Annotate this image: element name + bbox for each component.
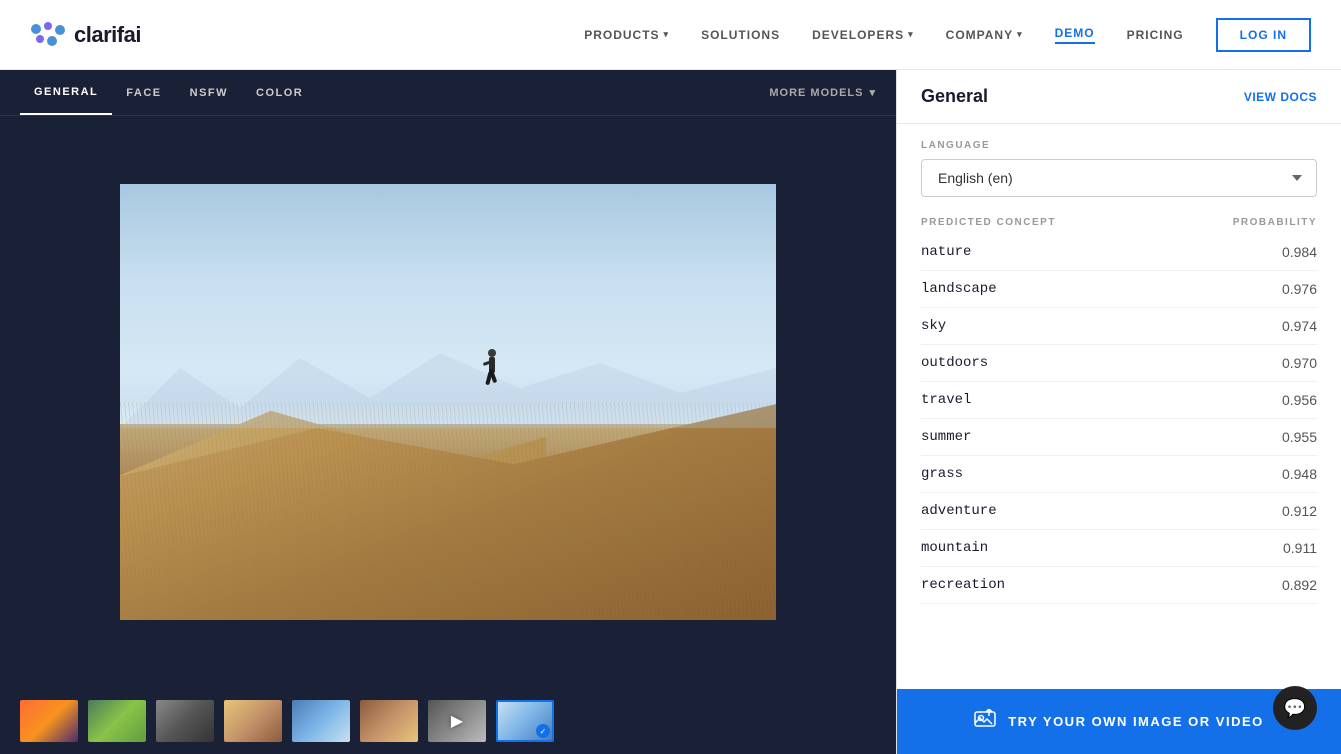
tab-general[interactable]: GENERAL <box>20 70 112 115</box>
chat-icon: 💬 <box>1284 698 1306 719</box>
right-content: LANGUAGE English (en) PREDICTED CONCEPT … <box>897 124 1341 689</box>
predicted-concept-column-header: PREDICTED CONCEPT <box>921 217 1056 228</box>
concept-recreation: recreation <box>921 577 1005 593</box>
thumbnail-3[interactable] <box>156 700 214 742</box>
concept-nature: nature <box>921 244 971 260</box>
prob-nature: 0.984 <box>1282 244 1317 260</box>
left-panel: GENERAL FACE NSFW COLOR MORE MODELS ▾ <box>0 70 896 754</box>
cta-label: TRY YOUR OWN IMAGE OR VIDEO <box>1008 714 1264 729</box>
prediction-row-mountain: mountain 0.911 <box>921 530 1317 567</box>
prediction-row-recreation: recreation 0.892 <box>921 567 1317 604</box>
right-header: General VIEW DOCS <box>897 70 1341 124</box>
thumbnail-1[interactable] <box>20 700 78 742</box>
prob-landscape: 0.976 <box>1282 281 1317 297</box>
header: clarifai PRODUCTS ▾ SOLUTIONS DEVELOPERS… <box>0 0 1341 70</box>
logo[interactable]: clarifai <box>30 21 141 49</box>
predictions-header: PREDICTED CONCEPT PROBABILITY <box>921 209 1317 234</box>
prob-mountain: 0.911 <box>1283 540 1317 556</box>
prob-sky: 0.974 <box>1282 318 1317 334</box>
tab-face[interactable]: FACE <box>112 70 175 115</box>
predictions-list: nature 0.984 landscape 0.976 sky 0.974 o… <box>921 234 1317 604</box>
prediction-row-landscape: landscape 0.976 <box>921 271 1317 308</box>
probability-column-header: PROBABILITY <box>1233 217 1317 228</box>
language-section: LANGUAGE English (en) <box>921 124 1317 209</box>
prob-travel: 0.956 <box>1282 392 1317 408</box>
chevron-down-icon: ▾ <box>664 29 670 40</box>
prediction-row-adventure: adventure 0.912 <box>921 493 1317 530</box>
prediction-row-summer: summer 0.955 <box>921 419 1317 456</box>
language-label: LANGUAGE <box>921 140 1317 151</box>
prob-recreation: 0.892 <box>1282 577 1317 593</box>
thumbnails-bar: ▶ ✓ <box>0 688 896 754</box>
thumbnail-7[interactable]: ▶ <box>428 700 486 742</box>
grass-overlay <box>120 402 776 620</box>
model-tabs: GENERAL FACE NSFW COLOR MORE MODELS ▾ <box>0 70 896 116</box>
concept-summer: summer <box>921 429 971 445</box>
thumb-checkmark: ✓ <box>536 724 550 738</box>
prediction-row-travel: travel 0.956 <box>921 382 1317 419</box>
view-docs-link[interactable]: VIEW DOCS <box>1244 90 1317 104</box>
chevron-down-icon: ▾ <box>908 29 914 40</box>
tab-color[interactable]: COLOR <box>242 70 317 115</box>
concept-landscape: landscape <box>921 281 997 297</box>
nav-item-products[interactable]: PRODUCTS ▾ <box>584 28 669 42</box>
runner-head <box>488 349 496 357</box>
thumbnail-5[interactable] <box>292 700 350 742</box>
model-name-label: General <box>921 86 988 107</box>
prediction-row-grass: grass 0.948 <box>921 456 1317 493</box>
mountains-svg <box>120 348 776 428</box>
nav-item-company[interactable]: COMPANY ▾ <box>946 28 1023 42</box>
main-layout: GENERAL FACE NSFW COLOR MORE MODELS ▾ <box>0 70 1341 754</box>
prob-grass: 0.948 <box>1282 466 1317 482</box>
concept-sky: sky <box>921 318 946 334</box>
chevron-down-icon: ▾ <box>1017 29 1023 40</box>
prediction-row-nature: nature 0.984 <box>921 234 1317 271</box>
nav-item-pricing[interactable]: PRICING <box>1127 28 1184 42</box>
login-button[interactable]: LOG IN <box>1216 18 1311 52</box>
more-models-button[interactable]: MORE MODELS ▾ <box>769 86 876 99</box>
prob-summer: 0.955 <box>1282 429 1317 445</box>
concept-grass: grass <box>921 466 963 482</box>
play-icon: ▶ <box>451 711 463 731</box>
concept-mountain: mountain <box>921 540 988 556</box>
logo-icon <box>30 21 66 49</box>
thumbnail-2[interactable] <box>88 700 146 742</box>
thumbnail-8[interactable]: ✓ <box>496 700 554 742</box>
demo-image <box>120 184 776 620</box>
concept-travel: travel <box>921 392 971 408</box>
language-select[interactable]: English (en) <box>921 159 1317 197</box>
thumbnail-6[interactable] <box>360 700 418 742</box>
chat-bubble[interactable]: 💬 <box>1273 686 1317 730</box>
chevron-down-icon: ▾ <box>869 86 876 99</box>
thumbnail-4[interactable] <box>224 700 282 742</box>
runner-figure <box>481 349 503 393</box>
concept-outdoors: outdoors <box>921 355 988 371</box>
prob-outdoors: 0.970 <box>1282 355 1317 371</box>
concept-adventure: adventure <box>921 503 997 519</box>
prediction-row-sky: sky 0.974 <box>921 308 1317 345</box>
nav: PRODUCTS ▾ SOLUTIONS DEVELOPERS ▾ COMPAN… <box>584 18 1311 52</box>
prob-adventure: 0.912 <box>1282 503 1317 519</box>
logo-text: clarifai <box>74 22 141 48</box>
tab-nsfw[interactable]: NSFW <box>176 70 242 115</box>
nav-item-demo[interactable]: DEMO <box>1055 26 1095 44</box>
right-panel: General VIEW DOCS LANGUAGE English (en) … <box>896 70 1341 754</box>
nav-item-solutions[interactable]: SOLUTIONS <box>701 28 780 42</box>
image-area <box>0 116 896 688</box>
nav-item-developers[interactable]: DEVELOPERS ▾ <box>812 28 914 42</box>
prediction-row-outdoors: outdoors 0.970 <box>921 345 1317 382</box>
upload-icon <box>974 709 996 734</box>
